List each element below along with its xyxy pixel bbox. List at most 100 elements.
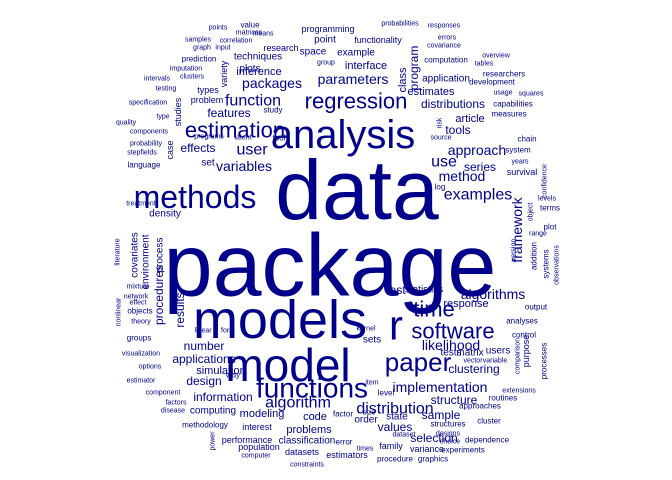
word-extensions: extensions (502, 388, 536, 395)
word-set: set (201, 158, 215, 169)
word-applications: applications (172, 352, 235, 366)
word-factors: factors (165, 400, 187, 407)
word-treatment: treatment (126, 201, 156, 208)
word-analyses: analyses (506, 317, 538, 326)
word-dependence: dependence (465, 436, 510, 445)
word-imputation: imputation (170, 66, 202, 73)
word-theory: theory (131, 319, 151, 326)
word-process: process (155, 237, 166, 272)
word-observations: observations (554, 245, 561, 285)
word-example: example (337, 48, 375, 59)
word-application: application (422, 74, 470, 85)
word-space: space (300, 47, 327, 58)
word-approaches: approaches (459, 402, 501, 411)
word-interest: interest (242, 422, 272, 432)
word-code: code (303, 411, 327, 423)
word-information: information (193, 390, 252, 404)
word-mixture: mixture (127, 284, 150, 291)
word-tables: tables (475, 61, 494, 68)
word-vector: vector (463, 358, 483, 365)
word-point: point (314, 35, 336, 46)
word-statistics: statistics (405, 285, 443, 296)
word-examples: examples (444, 187, 512, 204)
word-r: r (389, 302, 403, 349)
word-procedures: procedures (152, 265, 166, 325)
word-data: data (275, 143, 439, 237)
word-power: power (210, 431, 217, 451)
word-computing: computing (190, 406, 236, 417)
word-methodology: methodology (182, 421, 228, 430)
word-features: features (207, 106, 250, 120)
word-analysis: analysis (271, 113, 416, 157)
word-factor: factor (333, 410, 353, 419)
word-study: study (263, 106, 282, 115)
word-environment: environment (141, 234, 152, 289)
word-effects: effects (180, 141, 215, 155)
word-points: points (209, 25, 228, 32)
word-variance: variance (410, 444, 444, 454)
word-kernel: kernel (356, 326, 376, 333)
word-overview: overview (482, 53, 511, 60)
word-component: component (146, 390, 181, 397)
word-level: level (378, 389, 395, 398)
word-intervals: intervals (144, 76, 171, 83)
word-article: article (455, 113, 484, 125)
word-output: output (525, 303, 548, 312)
word-graph: graph (193, 45, 211, 52)
word-programming: programming (301, 24, 354, 34)
word-choice: choice (440, 439, 460, 446)
word-types: types (197, 85, 219, 95)
word-options: options (139, 364, 162, 371)
word-computation: computation (424, 56, 468, 65)
word-case: case (165, 140, 175, 159)
word-disease: disease (161, 408, 185, 415)
word-series: series (464, 160, 496, 174)
word-objects: objects (127, 307, 152, 316)
word-control: control (512, 331, 536, 340)
word-log: log (435, 183, 446, 192)
word-groups: groups (127, 334, 151, 343)
word-linear: linear (194, 328, 212, 335)
word-studies: studies (173, 97, 183, 126)
word-test: test (386, 283, 406, 297)
word-constraints: constraints (290, 462, 324, 469)
word-cloud: packagedatamodelsanalysismodelmethodspap… (115, 21, 561, 469)
word-cluster: cluster (477, 417, 501, 426)
word-type: type (156, 114, 169, 121)
word-classification: classification (279, 436, 336, 447)
word-plots: plots (239, 64, 260, 75)
word-specification: specification (129, 100, 168, 107)
word-testing: testing (156, 86, 177, 93)
word-number: number (184, 339, 225, 353)
word-use: use (431, 154, 457, 171)
word-state: state (386, 412, 408, 423)
word-covariance: covariance (427, 43, 461, 50)
word-problems: problems (286, 424, 332, 436)
word-problem: problem (191, 95, 224, 105)
word-effect: effect (130, 300, 147, 307)
word-variable: variable (483, 358, 508, 365)
word-interface: interface (345, 60, 387, 72)
word-systems: systems (542, 249, 551, 278)
word-responses: responses (428, 23, 461, 30)
word-confidence: confidence (542, 164, 549, 198)
word-dataset: dataset (393, 432, 416, 439)
word-size: size (363, 410, 376, 417)
word-experiments: experiments (441, 446, 485, 455)
word-means: means (252, 31, 274, 38)
word-purpose: purpose (521, 335, 531, 368)
word-object: object (528, 203, 535, 222)
word-structures: structures (430, 420, 465, 429)
word-range: range (529, 231, 547, 238)
word-components: components (130, 129, 169, 136)
word-development: development (469, 78, 516, 87)
word-measures: measures (491, 110, 526, 119)
word-family: family (379, 441, 403, 451)
word-researchers: researchers (483, 70, 525, 79)
word-risk: risk (437, 117, 444, 128)
word-designs: designs (436, 431, 461, 438)
word-variables: variables (216, 158, 272, 174)
word-density: density (149, 209, 181, 220)
word-procedure: procedure (377, 455, 414, 464)
word-squares: squares (519, 91, 544, 98)
